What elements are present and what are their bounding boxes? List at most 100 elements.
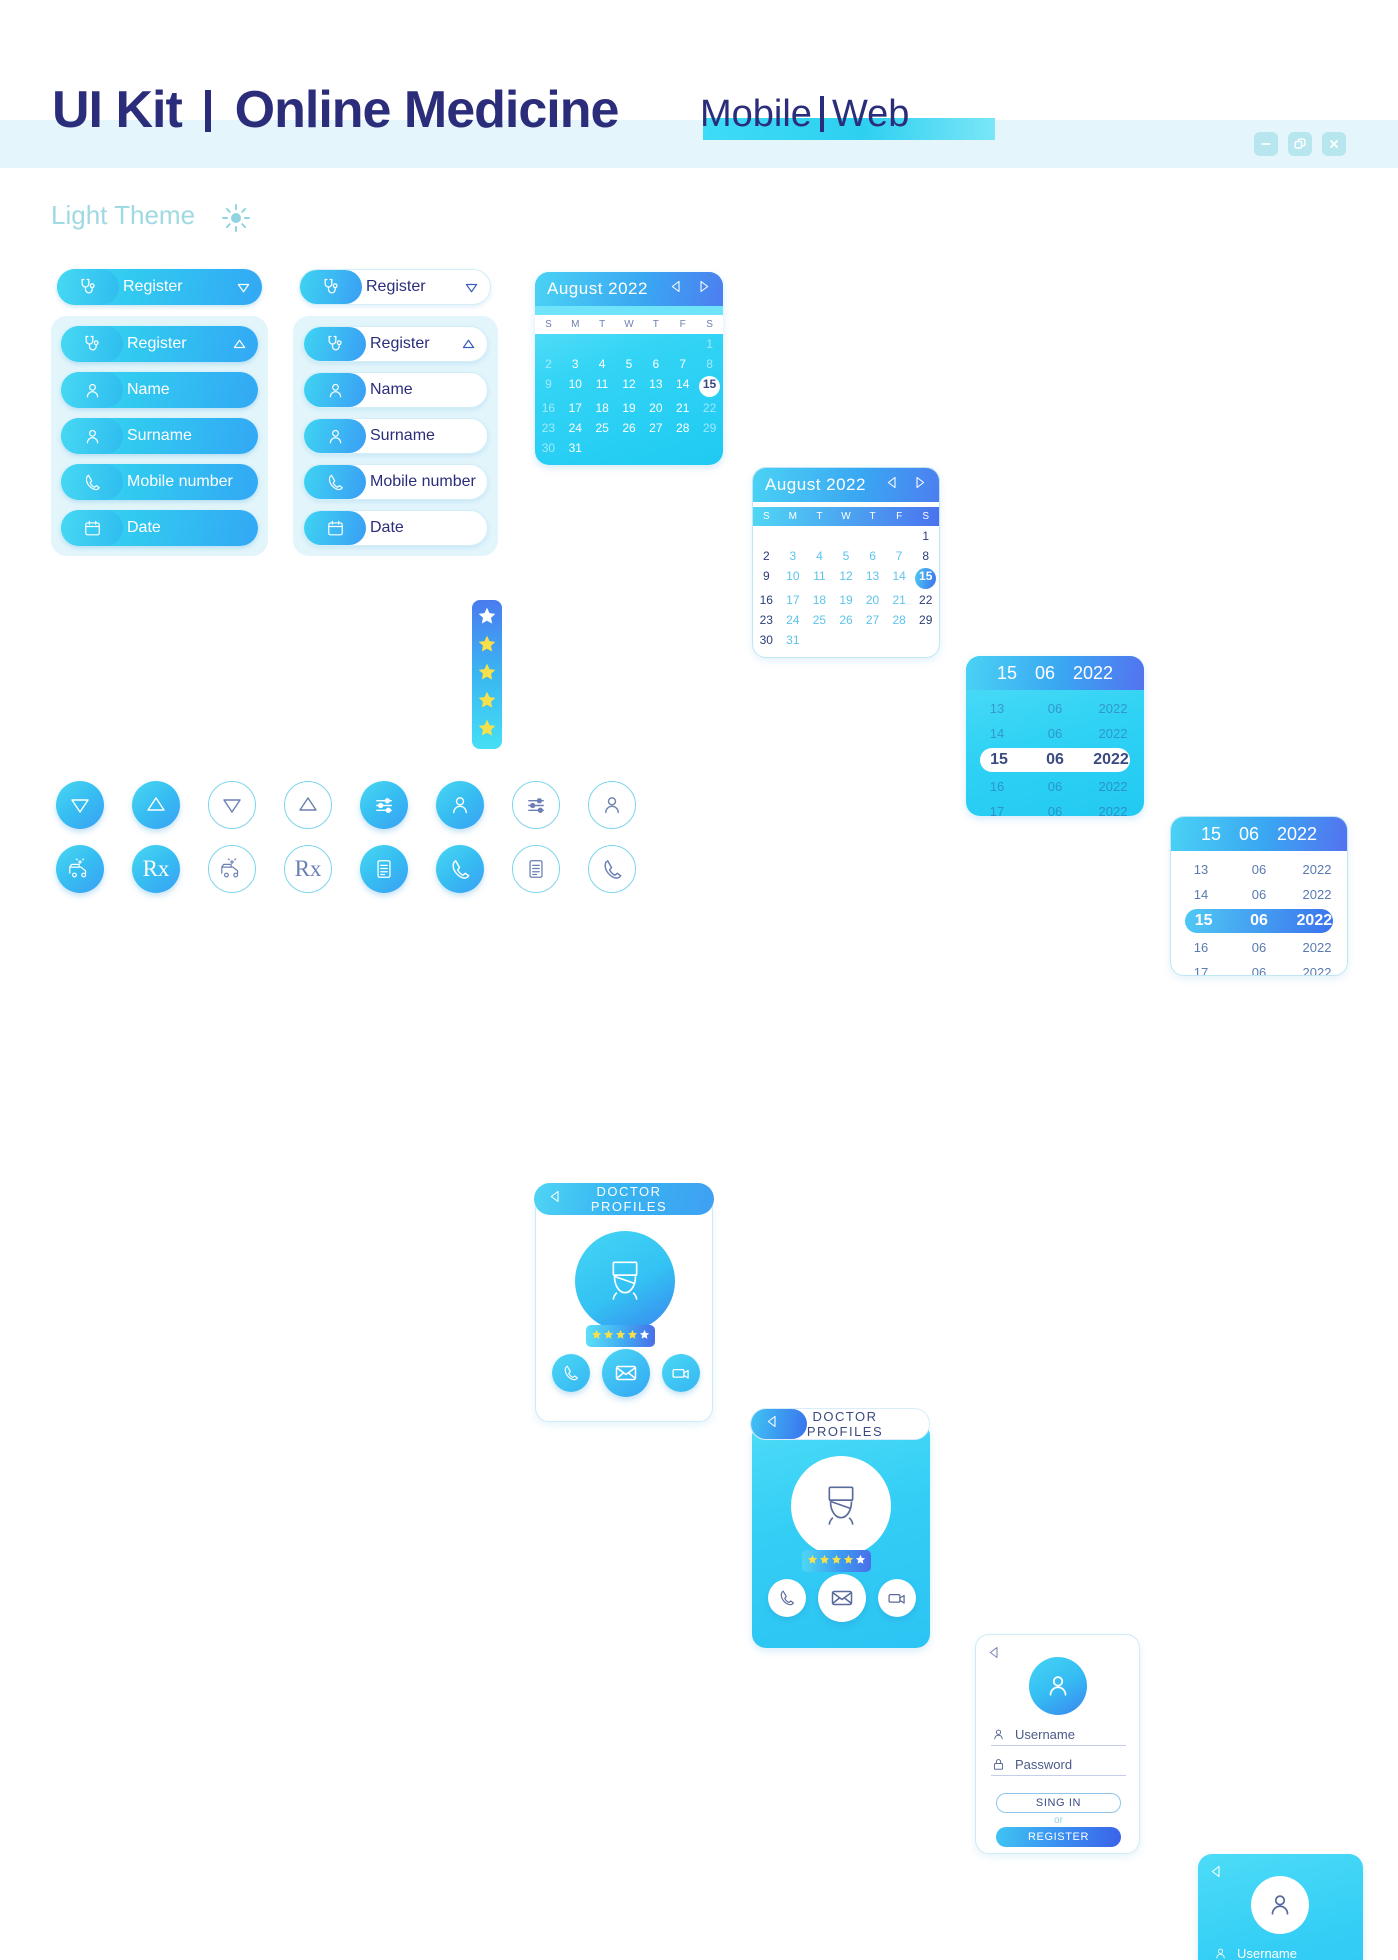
- calendar-day[interactable]: 16: [753, 592, 780, 609]
- video-button[interactable]: [662, 1354, 700, 1392]
- calendar-day[interactable]: 31: [562, 440, 589, 457]
- calendar-day[interactable]: 25: [806, 612, 833, 629]
- document-button[interactable]: [512, 845, 560, 893]
- date-picker-row[interactable]: 15 06 2022: [1185, 909, 1333, 933]
- register-pill-expanded[interactable]: Register: [61, 326, 258, 362]
- calendar-day[interactable]: 9: [535, 376, 562, 397]
- calendar-day[interactable]: 29: [696, 420, 723, 437]
- triangle-down-button[interactable]: [208, 781, 256, 829]
- triangle-down-button[interactable]: [56, 781, 104, 829]
- date-picker-row[interactable]: 13 06 2022: [1171, 857, 1347, 882]
- star-rating-bar[interactable]: [472, 600, 502, 749]
- date-picker-row[interactable]: 16 06 2022: [1171, 935, 1347, 960]
- rx-button[interactable]: Rx: [132, 845, 180, 893]
- calendar-day[interactable]: 12: [616, 376, 643, 397]
- calendar-day[interactable]: 3: [780, 548, 807, 565]
- chevron-down-icon[interactable]: [224, 279, 262, 296]
- calendar-day[interactable]: 16: [535, 400, 562, 417]
- next-month-button[interactable]: [912, 475, 927, 495]
- restore-button[interactable]: [1288, 132, 1312, 156]
- calendar-day[interactable]: 2: [753, 548, 780, 565]
- date-picker-row[interactable]: 16 06 2022: [966, 774, 1144, 799]
- date-field[interactable]: Date: [61, 510, 258, 546]
- calendar-day[interactable]: 14: [669, 376, 696, 397]
- register-dropdown-white[interactable]: Register: [299, 269, 491, 305]
- surname-field[interactable]: Surname: [303, 418, 488, 454]
- calendar-day[interactable]: 22: [912, 592, 939, 609]
- document-button[interactable]: [360, 845, 408, 893]
- register-dropdown-solid[interactable]: Register: [57, 269, 262, 305]
- calendar-day[interactable]: 13: [859, 568, 886, 589]
- rating-star[interactable]: [477, 606, 497, 631]
- username-field[interactable]: Username: [991, 1727, 1126, 1746]
- calendar-day[interactable]: 11: [589, 376, 616, 397]
- calendar-day[interactable]: 28: [669, 420, 696, 437]
- calendar-day[interactable]: 24: [562, 420, 589, 437]
- sliders-button[interactable]: [360, 781, 408, 829]
- prev-month-button[interactable]: [669, 279, 684, 299]
- rating-star[interactable]: [855, 1552, 866, 1570]
- back-arrow-icon[interactable]: [548, 1189, 574, 1209]
- calendar-day[interactable]: 22: [696, 400, 723, 417]
- register-pill[interactable]: Register: [299, 269, 491, 305]
- chevron-down-icon[interactable]: [452, 279, 490, 296]
- calendar-day[interactable]: 6: [642, 356, 669, 373]
- calendar-day[interactable]: 19: [616, 400, 643, 417]
- call-button[interactable]: [768, 1579, 806, 1617]
- calendar-day[interactable]: 30: [535, 440, 562, 457]
- rating-star[interactable]: [477, 718, 497, 743]
- calendar-day[interactable]: 24: [780, 612, 807, 629]
- rating-star[interactable]: [591, 1327, 602, 1345]
- rating-star[interactable]: [639, 1327, 650, 1345]
- calendar-day[interactable]: 27: [859, 612, 886, 629]
- calendar-day[interactable]: 8: [912, 548, 939, 565]
- ambulance-button[interactable]: [56, 845, 104, 893]
- calendar-day[interactable]: 30: [753, 632, 780, 649]
- calendar-day[interactable]: 13: [642, 376, 669, 397]
- mobile-number-field[interactable]: Mobile number: [303, 464, 488, 500]
- chevron-up-icon[interactable]: [449, 336, 487, 353]
- triangle-up-button[interactable]: [284, 781, 332, 829]
- calendar-day[interactable]: 18: [806, 592, 833, 609]
- calendar-day[interactable]: 17: [562, 400, 589, 417]
- name-field[interactable]: Name: [61, 372, 258, 408]
- calendar-day[interactable]: 1: [912, 528, 939, 545]
- calendar-day[interactable]: 7: [669, 356, 696, 373]
- mail-button[interactable]: [818, 1574, 866, 1622]
- date-picker-row[interactable]: 14 06 2022: [966, 721, 1144, 746]
- calendar-day[interactable]: 6: [859, 548, 886, 565]
- rx-button[interactable]: Rx: [284, 845, 332, 893]
- calendar-day[interactable]: 23: [753, 612, 780, 629]
- calendar-day[interactable]: 9: [753, 568, 780, 589]
- mobile-number-field[interactable]: Mobile number: [61, 464, 258, 500]
- calendar-day[interactable]: 20: [859, 592, 886, 609]
- back-arrow-icon[interactable]: [765, 1414, 791, 1434]
- register-pill-expanded[interactable]: Register: [303, 326, 488, 362]
- signin-button[interactable]: SING IN: [996, 1793, 1121, 1813]
- video-button[interactable]: [878, 1579, 916, 1617]
- date-picker-row[interactable]: 17 06 2022: [1171, 960, 1347, 975]
- calendar-day[interactable]: 10: [780, 568, 807, 589]
- calendar-day[interactable]: 15: [912, 568, 939, 589]
- next-month-button[interactable]: [696, 279, 711, 299]
- person-button[interactable]: [436, 781, 484, 829]
- calendar-day[interactable]: 4: [806, 548, 833, 565]
- register-pill[interactable]: Register: [57, 269, 262, 305]
- rating-star[interactable]: [477, 634, 497, 659]
- back-arrow-icon[interactable]: [987, 1645, 1002, 1665]
- calendar-day[interactable]: 29: [912, 612, 939, 629]
- password-field[interactable]: Password: [991, 1757, 1126, 1776]
- date-picker-row[interactable]: 14 06 2022: [1171, 882, 1347, 907]
- rating-star[interactable]: [843, 1552, 854, 1570]
- calendar-day[interactable]: 20: [642, 400, 669, 417]
- calendar-day[interactable]: 27: [642, 420, 669, 437]
- calendar-day[interactable]: 26: [616, 420, 643, 437]
- name-field[interactable]: Name: [303, 372, 488, 408]
- calendar-day[interactable]: 5: [833, 548, 860, 565]
- triangle-up-button[interactable]: [132, 781, 180, 829]
- username-field[interactable]: Username: [1213, 1946, 1348, 1960]
- call-button[interactable]: [552, 1354, 590, 1392]
- calendar-day[interactable]: 21: [886, 592, 913, 609]
- calendar-day[interactable]: 5: [616, 356, 643, 373]
- back-arrow-icon[interactable]: [1209, 1864, 1224, 1884]
